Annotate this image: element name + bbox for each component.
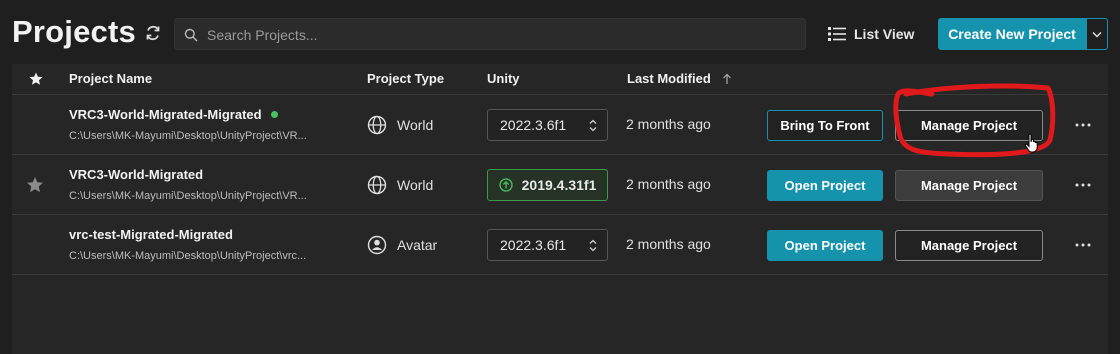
project-name: VRC3-World-Migrated — [69, 167, 203, 182]
more-options-button[interactable] — [1074, 176, 1092, 194]
project-type: Avatar — [367, 235, 437, 255]
manage-project-button[interactable]: Manage Project — [895, 110, 1043, 141]
bring-to-front-button[interactable]: Bring To Front — [767, 110, 883, 141]
open-project-button[interactable]: Open Project — [767, 230, 883, 261]
project-type-label: World — [397, 177, 434, 193]
column-header-unity[interactable]: Unity — [487, 71, 520, 86]
more-icon — [1075, 183, 1091, 187]
project-name-text: VRC3-World-Migrated — [69, 167, 204, 182]
unity-version-select[interactable]: 2022.3.6f1 — [487, 229, 608, 261]
project-path: C:\Users\MK-Mayumi\Desktop\UnityProject\… — [69, 190, 307, 202]
project-path: C:\Users\MK-Mayumi\Desktop\UnityProject\… — [69, 250, 307, 262]
create-new-project-button[interactable]: Create New Project — [938, 18, 1086, 50]
page-title: Projects — [12, 14, 136, 49]
column-header-name[interactable]: Project Name — [69, 71, 152, 86]
unity-version-select[interactable]: 2022.3.6f1 — [487, 109, 608, 141]
project-name: VRC3-World-Migrated-Migrated — [69, 107, 278, 122]
list-view-button[interactable]: List View — [828, 20, 920, 48]
more-icon — [1075, 243, 1091, 247]
manage-project-button[interactable]: Manage Project — [895, 230, 1043, 261]
globe-icon — [367, 115, 387, 135]
create-options-dropdown[interactable] — [1086, 18, 1108, 50]
projects-table: Project Name Project Type Unity Last Mod… — [12, 64, 1108, 354]
last-modified: 2 months ago — [626, 116, 711, 132]
top-bar: Projects List View Create New Project — [0, 0, 1120, 64]
project-type-label: Avatar — [397, 237, 438, 253]
last-modified: 2 months ago — [626, 176, 711, 192]
unity-version: 2022.3.6f1 — [500, 117, 567, 133]
last-modified: 2 months ago — [626, 236, 711, 252]
star-icon — [29, 72, 43, 85]
project-path: C:\Users\MK-Mayumi\Desktop\UnityProject\… — [69, 130, 307, 142]
globe-icon — [367, 175, 387, 195]
updown-icon — [589, 119, 597, 132]
hand-cursor-icon — [1024, 133, 1038, 153]
avatar-icon — [367, 235, 387, 255]
list-icon — [828, 27, 846, 41]
search-box[interactable] — [174, 18, 806, 51]
arrow-up-circle-icon — [498, 178, 513, 192]
unity-upgrade-button[interactable]: 2019.4.31f1 — [487, 169, 608, 201]
refresh-icon — [146, 25, 160, 41]
more-icon — [1075, 123, 1091, 127]
updown-icon — [589, 239, 597, 252]
column-header-type[interactable]: Project Type — [367, 71, 444, 86]
sort-up-icon — [723, 73, 731, 84]
refresh-button[interactable] — [142, 22, 164, 44]
project-name-text: VRC3-World-Migrated-Migrated — [69, 107, 262, 122]
table-header: Project Name Project Type Unity Last Mod… — [12, 64, 1108, 95]
unity-version: 2022.3.6f1 — [500, 237, 567, 253]
search-input[interactable] — [205, 19, 799, 51]
open-project-button[interactable]: Open Project — [767, 170, 883, 201]
table-row: vrc-test-Migrated-Migrated C:\Users\MK-M… — [12, 215, 1108, 275]
manage-project-button[interactable]: Manage Project — [895, 170, 1043, 201]
column-header-modified[interactable]: Last Modified — [627, 71, 711, 86]
search-icon — [184, 28, 198, 42]
list-view-label: List View — [854, 26, 915, 42]
chevron-down-icon — [1092, 31, 1102, 38]
project-name-text: vrc-test-Migrated-Migrated — [69, 227, 233, 242]
project-type-label: World — [397, 117, 434, 133]
unity-version: 2019.4.31f1 — [521, 177, 597, 193]
project-name: vrc-test-Migrated-Migrated — [69, 227, 233, 242]
star-icon[interactable] — [26, 176, 44, 194]
running-indicator — [270, 111, 278, 118]
more-options-button[interactable] — [1074, 236, 1092, 254]
table-row: VRC3-World-Migrated C:\Users\MK-Mayumi\D… — [12, 155, 1108, 215]
project-type: World — [367, 115, 433, 135]
more-options-button[interactable] — [1074, 116, 1092, 134]
table-row: VRC3-World-Migrated-Migrated C:\Users\MK… — [12, 95, 1108, 155]
project-type: World — [367, 175, 433, 195]
